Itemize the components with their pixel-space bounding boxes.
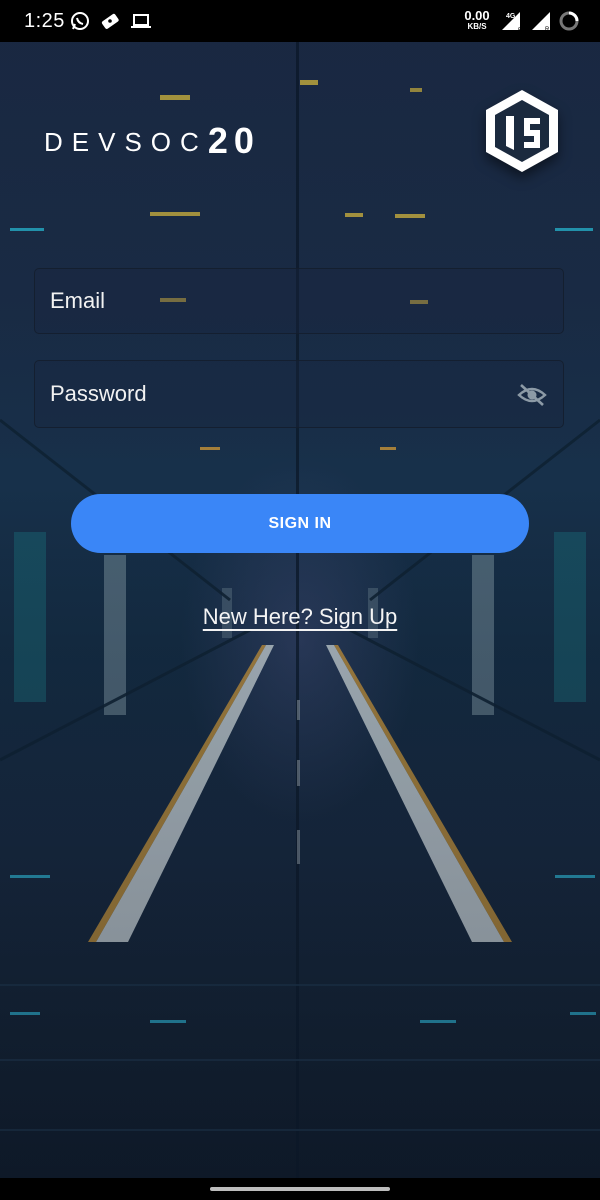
whatsapp-icon — [70, 11, 90, 31]
login-screen: 1:25 0.00 KB/S 4G R R DEVSOC20 Email SIG… — [0, 0, 600, 1200]
loading-circle-icon — [558, 10, 580, 37]
app-title-number: 20 — [207, 120, 260, 161]
svg-text:4G: 4G — [506, 13, 516, 20]
status-time: 1:25 — [24, 10, 65, 32]
svg-text:R: R — [545, 27, 550, 32]
4g-signal-icon: 4G R — [498, 10, 524, 37]
password-input[interactable] — [35, 361, 563, 427]
navigation-bar — [0, 1178, 600, 1200]
eye-off-icon[interactable] — [517, 383, 547, 407]
app-title: DEVSOC20 — [44, 118, 260, 161]
debug-ticket-icon — [100, 11, 120, 31]
wifi-signal-icon: R — [530, 10, 552, 37]
email-field[interactable] — [34, 268, 564, 334]
network-speed: 0.00 KB/S — [464, 8, 490, 31]
sign-in-button[interactable]: SIGN IN — [71, 494, 529, 553]
background-corridor-image — [0, 0, 600, 1200]
home-indicator[interactable] — [210, 1187, 390, 1191]
app-title-word: DEVSOC — [44, 127, 208, 157]
svg-text:R: R — [518, 28, 523, 32]
sign-up-link[interactable]: New Here? Sign Up — [0, 604, 600, 630]
laptop-icon — [130, 11, 152, 31]
password-field[interactable] — [34, 360, 564, 428]
hexagon-ds-logo-icon — [480, 86, 564, 176]
email-input[interactable] — [35, 269, 563, 333]
status-bar: 1:25 0.00 KB/S 4G R R — [0, 0, 600, 42]
